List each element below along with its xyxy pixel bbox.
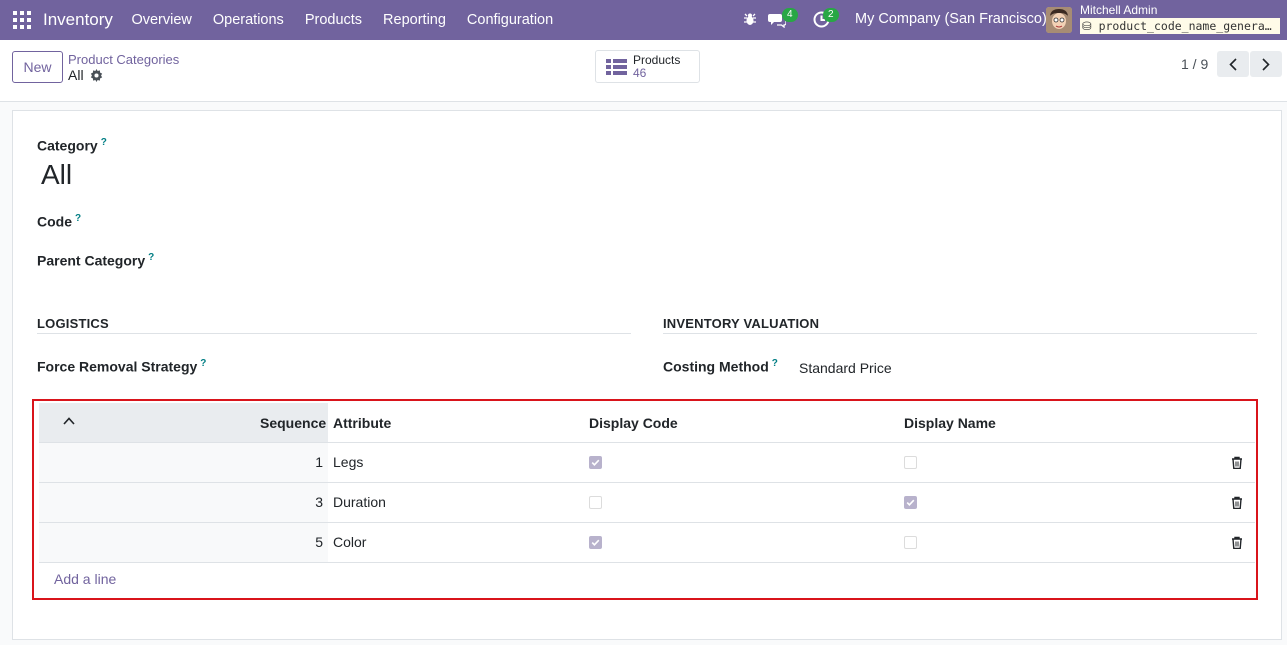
products-smart-button[interactable]: Products 46 bbox=[595, 50, 700, 83]
row-attribute[interactable]: Duration bbox=[333, 494, 386, 510]
trash-icon[interactable] bbox=[1231, 536, 1243, 549]
display-code-checkbox[interactable] bbox=[589, 456, 602, 469]
category-name-input[interactable]: All bbox=[41, 159, 72, 191]
display-name-checkbox[interactable] bbox=[904, 496, 917, 509]
database-icon: ⛁ bbox=[1082, 19, 1092, 33]
gear-icon[interactable] bbox=[90, 68, 103, 82]
breadcrumb-product-categories[interactable]: Product Categories bbox=[68, 52, 179, 67]
debug-bug-icon[interactable] bbox=[743, 12, 757, 26]
code-field-label: Code? bbox=[37, 213, 81, 230]
column-header-attribute[interactable]: Attribute bbox=[333, 415, 391, 431]
attributes-table: Sequence Attribute Display Code Display … bbox=[32, 399, 1258, 600]
parent-category-help-icon[interactable]: ? bbox=[148, 252, 154, 263]
row-attribute[interactable]: Color bbox=[333, 534, 366, 550]
column-header-sequence[interactable]: Sequence bbox=[260, 415, 326, 431]
display-code-checkbox[interactable] bbox=[589, 536, 602, 549]
category-help-icon[interactable]: ? bbox=[101, 137, 107, 148]
removal-label-text: Force Removal Strategy bbox=[37, 358, 198, 375]
activities-count-badge: 2 bbox=[823, 8, 839, 22]
products-stat-value: 46 bbox=[633, 65, 647, 80]
row-handle-cell bbox=[39, 443, 328, 482]
new-button[interactable]: New bbox=[12, 51, 63, 83]
row-sequence[interactable]: 3 bbox=[315, 494, 323, 510]
code-label-text: Code bbox=[37, 213, 72, 230]
parent-category-field-label: Parent Category? bbox=[37, 252, 154, 269]
row-handle-cell bbox=[39, 483, 328, 522]
parent-label-text: Parent Category bbox=[37, 252, 146, 269]
row-handle-cell bbox=[39, 523, 328, 562]
list-icon bbox=[606, 58, 627, 75]
category-field-label: Category? bbox=[37, 137, 107, 154]
menu-item-products[interactable]: Products bbox=[294, 12, 372, 28]
chevron-left-icon bbox=[1229, 57, 1237, 71]
costing-method-field-label: Costing Method? bbox=[663, 358, 778, 375]
pager-previous-button[interactable] bbox=[1217, 51, 1249, 77]
database-name: ⛁ product_code_name_genera… bbox=[1080, 18, 1280, 34]
company-switcher[interactable]: My Company (San Francisco) bbox=[855, 11, 1047, 27]
logistics-section-title: LOGISTICS bbox=[37, 316, 109, 331]
record-name-label: All bbox=[68, 67, 84, 83]
form-sheet: Category? All Code? Parent Category? LOG… bbox=[12, 110, 1282, 640]
products-stat: Products 46 bbox=[633, 52, 681, 80]
valuation-separator bbox=[663, 333, 1257, 334]
row-sequence[interactable]: 5 bbox=[315, 534, 323, 550]
removal-strategy-field-label: Force Removal Strategy? bbox=[37, 358, 206, 375]
display-code-checkbox[interactable] bbox=[589, 496, 602, 509]
app-name[interactable]: Inventory bbox=[43, 10, 113, 30]
logistics-separator bbox=[37, 333, 631, 334]
valuation-section-title: INVENTORY VALUATION bbox=[663, 316, 820, 331]
breadcrumb-current-record: All bbox=[68, 67, 103, 83]
table-header: Sequence Attribute Display Code Display … bbox=[39, 403, 1255, 443]
pager-value[interactable]: 1 / 9 bbox=[1181, 56, 1208, 72]
column-header-display-name[interactable]: Display Name bbox=[904, 415, 996, 431]
row-attribute[interactable]: Legs bbox=[333, 454, 363, 470]
control-panel: New Product Categories All Products 46 1… bbox=[0, 40, 1287, 102]
top-navbar: Inventory Overview Operations Products R… bbox=[0, 0, 1287, 40]
menu-item-overview[interactable]: Overview bbox=[121, 12, 202, 28]
products-stat-label: Products bbox=[633, 52, 681, 67]
trash-icon[interactable] bbox=[1231, 456, 1243, 469]
costing-method-help-icon[interactable]: ? bbox=[772, 358, 778, 369]
table-row[interactable]: 3 Duration bbox=[39, 483, 1255, 523]
user-avatar[interactable] bbox=[1046, 7, 1072, 33]
menu-item-reporting[interactable]: Reporting bbox=[373, 12, 457, 28]
menu-item-configuration[interactable]: Configuration bbox=[456, 12, 563, 28]
display-name-checkbox[interactable] bbox=[904, 536, 917, 549]
main-menu: Overview Operations Products Reporting C… bbox=[121, 12, 564, 28]
row-sequence[interactable]: 1 bbox=[315, 454, 323, 470]
chevron-up-icon[interactable] bbox=[63, 417, 75, 425]
code-help-icon[interactable]: ? bbox=[75, 213, 81, 224]
category-label-text: Category bbox=[37, 137, 98, 154]
chevron-right-icon bbox=[1262, 57, 1270, 71]
database-label: product_code_name_genera… bbox=[1098, 19, 1272, 33]
table-row[interactable]: 5 Color bbox=[39, 523, 1255, 563]
user-name[interactable]: Mitchell Admin bbox=[1080, 3, 1157, 17]
column-header-display-code[interactable]: Display Code bbox=[589, 415, 678, 431]
costing-label-text: Costing Method bbox=[663, 358, 769, 375]
table-row[interactable]: 1 Legs bbox=[39, 443, 1255, 483]
display-name-checkbox[interactable] bbox=[904, 456, 917, 469]
menu-item-operations[interactable]: Operations bbox=[202, 12, 294, 28]
trash-icon[interactable] bbox=[1231, 496, 1243, 509]
add-line-link[interactable]: Add a line bbox=[54, 571, 116, 587]
messages-count-badge: 4 bbox=[782, 8, 798, 22]
costing-method-value[interactable]: Standard Price bbox=[799, 360, 892, 376]
apps-menu-icon[interactable] bbox=[13, 11, 31, 29]
removal-strategy-help-icon[interactable]: ? bbox=[200, 358, 206, 369]
pager-next-button[interactable] bbox=[1250, 51, 1282, 77]
